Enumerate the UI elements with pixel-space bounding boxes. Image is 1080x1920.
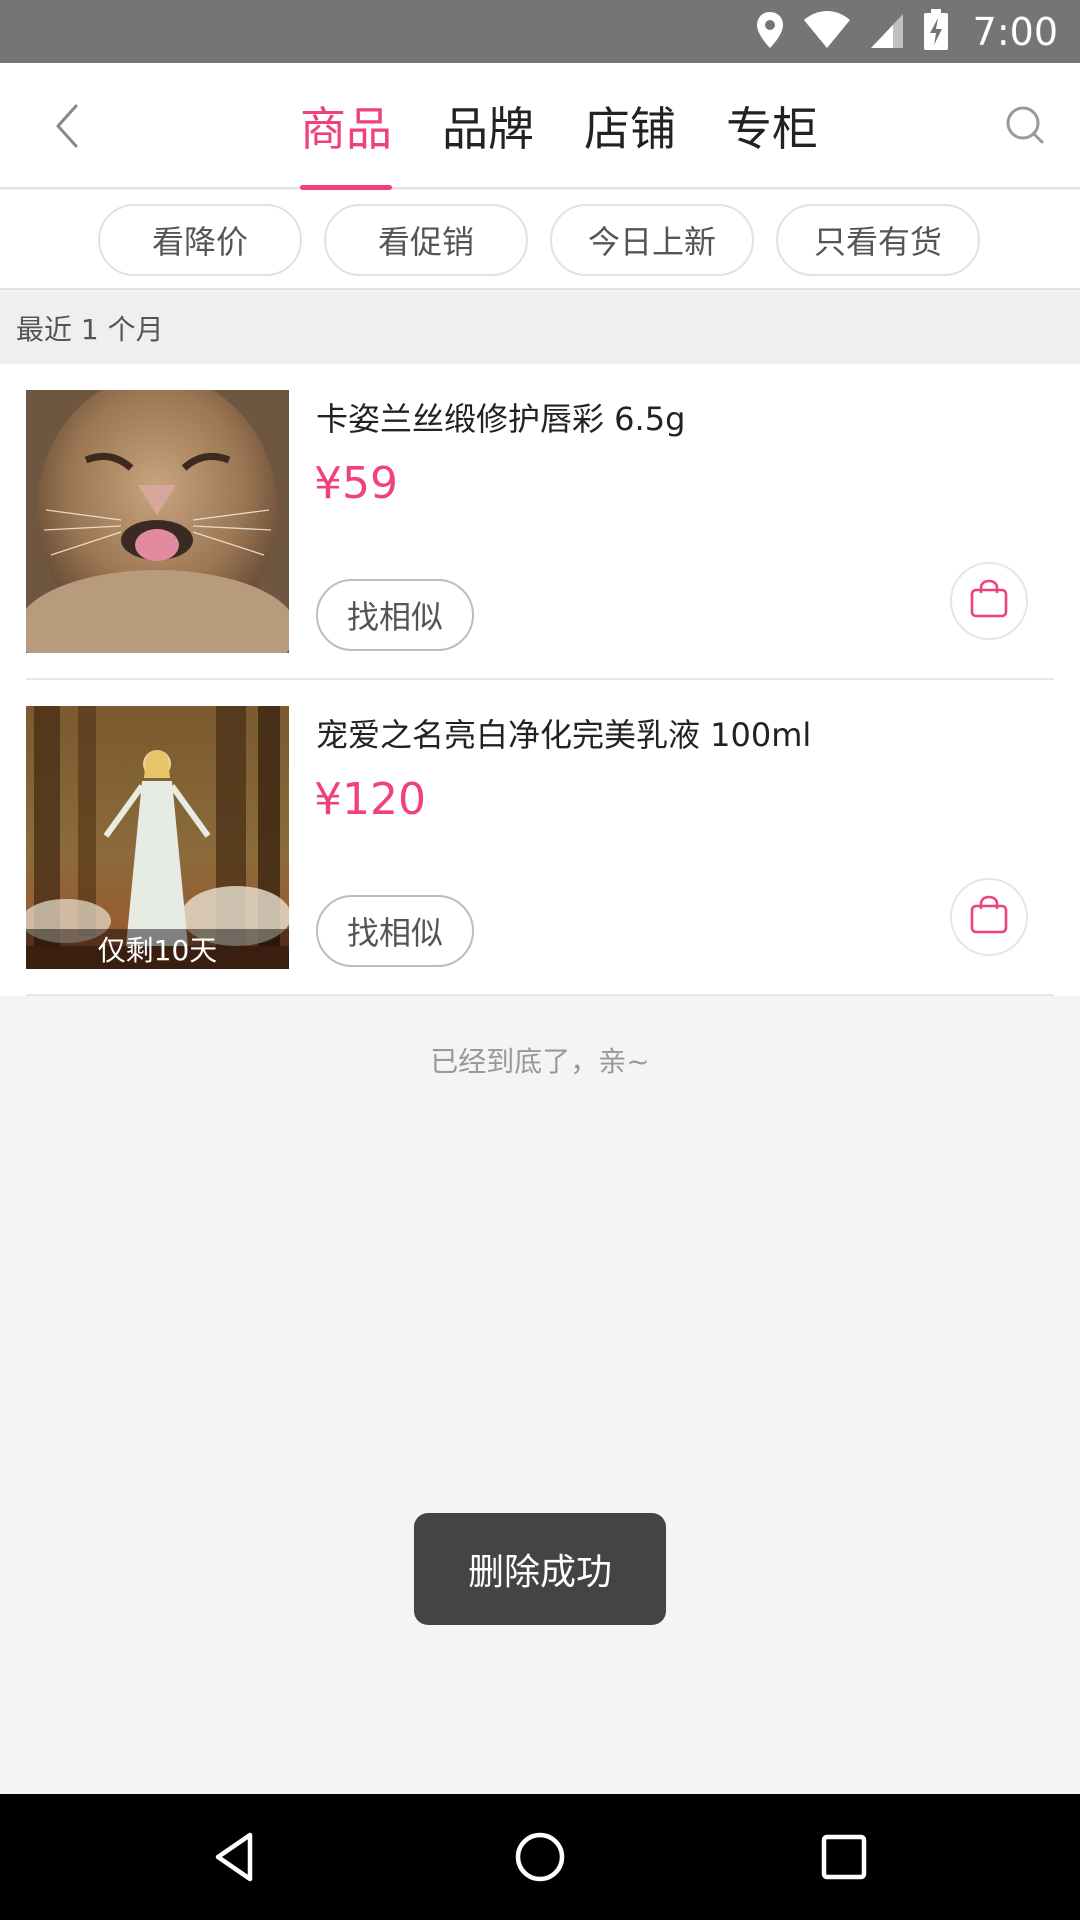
status-time: 7:00 (972, 9, 1058, 54)
find-similar-button[interactable]: 找相似 (316, 895, 474, 967)
nav-recents-icon (814, 1834, 874, 1891)
category-tabs: 商品 品牌 店铺 专柜 (280, 63, 848, 190)
nav-home-icon (510, 1832, 570, 1891)
filter-in-stock[interactable]: 只看有货 (776, 204, 980, 276)
tab-products[interactable]: 商品 (280, 63, 412, 190)
tab-brands[interactable]: 品牌 (422, 63, 554, 189)
filter-bar: 看降价 看促销 今日上新 只看有货 (0, 190, 1080, 290)
shopping-bag-icon (967, 893, 1011, 941)
product-image[interactable] (26, 390, 289, 653)
nav-home-button[interactable] (510, 1827, 570, 1887)
product-price: ¥59 (314, 458, 398, 509)
nav-back-button[interactable] (206, 1827, 266, 1887)
filter-price-drop[interactable]: 看降价 (98, 204, 302, 276)
nav-back-icon (206, 1832, 266, 1891)
tab-counters[interactable]: 专柜 (706, 63, 838, 189)
toast-message: 删除成功 (414, 1513, 666, 1625)
signal-icon (869, 10, 905, 54)
filter-promotion[interactable]: 看促销 (324, 204, 528, 276)
add-to-cart-button[interactable] (950, 878, 1028, 956)
product-title[interactable]: 卡姿兰丝缎修护唇彩 6.5g (316, 394, 685, 440)
search-button[interactable] (996, 96, 1056, 156)
days-left-badge: 仅剩10天 (26, 929, 289, 969)
wifi-icon (803, 10, 851, 54)
section-label: 最近 1 个月 (0, 292, 1080, 364)
divider (26, 994, 1054, 996)
list-item[interactable]: 卡姿兰丝缎修护唇彩 6.5g ¥59 找相似 (0, 364, 1080, 680)
list-item[interactable]: 仅剩10天 宠爱之名亮白净化完美乳液 100ml ¥120 找相似 (0, 680, 1080, 996)
product-title[interactable]: 宠爱之名亮白净化完美乳液 100ml (316, 710, 811, 756)
product-image[interactable]: 仅剩10天 (26, 706, 289, 969)
screen: 7:00 商品 品牌 店铺 专柜 看降价 看促销 今日上新 只看有货 最近 1 … (0, 0, 1080, 1920)
location-icon (755, 10, 785, 54)
tab-stores[interactable]: 店铺 (564, 63, 696, 189)
end-of-list-text: 已经到底了，亲~ (430, 1045, 650, 1078)
battery-charging-icon (923, 8, 949, 55)
back-chevron-icon (40, 104, 100, 160)
status-bar: 7:00 (0, 0, 1080, 63)
shopping-bag-icon (967, 577, 1011, 625)
add-to-cart-button[interactable] (950, 562, 1028, 640)
header: 商品 品牌 店铺 专柜 (0, 63, 1080, 190)
find-similar-button[interactable]: 找相似 (316, 579, 474, 651)
navigation-bar (0, 1794, 1080, 1920)
product-price: ¥120 (314, 774, 426, 825)
product-list: 卡姿兰丝缎修护唇彩 6.5g ¥59 找相似 仅剩10天 宠爱之名亮白净化完美乳… (0, 364, 1080, 996)
filter-new-today[interactable]: 今日上新 (550, 204, 754, 276)
back-button[interactable] (40, 96, 100, 156)
nav-recents-button[interactable] (814, 1827, 874, 1887)
search-icon (996, 106, 1056, 160)
